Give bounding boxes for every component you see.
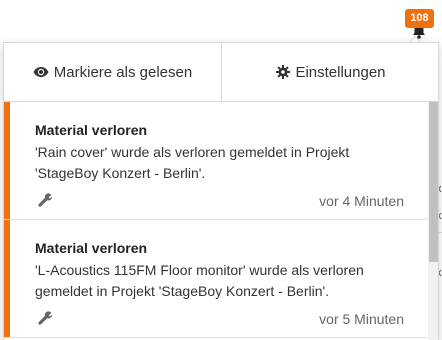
settings-label: Einstellungen: [295, 63, 386, 81]
notification-time: vor 4 Minuten: [319, 193, 404, 209]
scrollbar[interactable]: [428, 102, 438, 340]
notification-count-badge[interactable]: 108: [405, 9, 434, 28]
notification-item[interactable]: Material verloren 'L-Acoustics 115FM Flo…: [4, 220, 428, 338]
notification-title: Material verloren: [35, 240, 148, 256]
notification-message: 'Rain cover' wurde als verloren gemeldet…: [35, 144, 350, 181]
notification-item[interactable]: Material verloren 'Rain cover' wurde als…: [4, 102, 428, 220]
wrench-icon: [37, 310, 53, 326]
notification-actions: Markiere als gelesen Einstellungen: [4, 43, 438, 102]
page: x x x 108 Markiere als gelesen: [0, 0, 442, 340]
gear-icon: [276, 65, 291, 79]
settings-button[interactable]: Einstellungen: [222, 43, 438, 101]
notification-title: Material verloren: [35, 122, 148, 138]
notification-message: 'L-Acoustics 115FM Floor monitor' wurde …: [35, 262, 364, 299]
scrollbar-thumb[interactable]: [429, 102, 438, 262]
wrench-icon: [37, 192, 53, 208]
notification-time: vor 5 Minuten: [319, 311, 404, 327]
unread-indicator: [4, 220, 10, 337]
mark-as-read-button[interactable]: Markiere als gelesen: [4, 43, 222, 101]
mark-as-read-label: Markiere als gelesen: [53, 63, 193, 81]
notification-list: Material verloren 'Rain cover' wurde als…: [4, 102, 428, 340]
notifications-dropdown: Markiere als gelesen Einstellungen Mater…: [3, 42, 439, 340]
unread-indicator: [4, 102, 10, 219]
eye-icon: [33, 67, 49, 77]
